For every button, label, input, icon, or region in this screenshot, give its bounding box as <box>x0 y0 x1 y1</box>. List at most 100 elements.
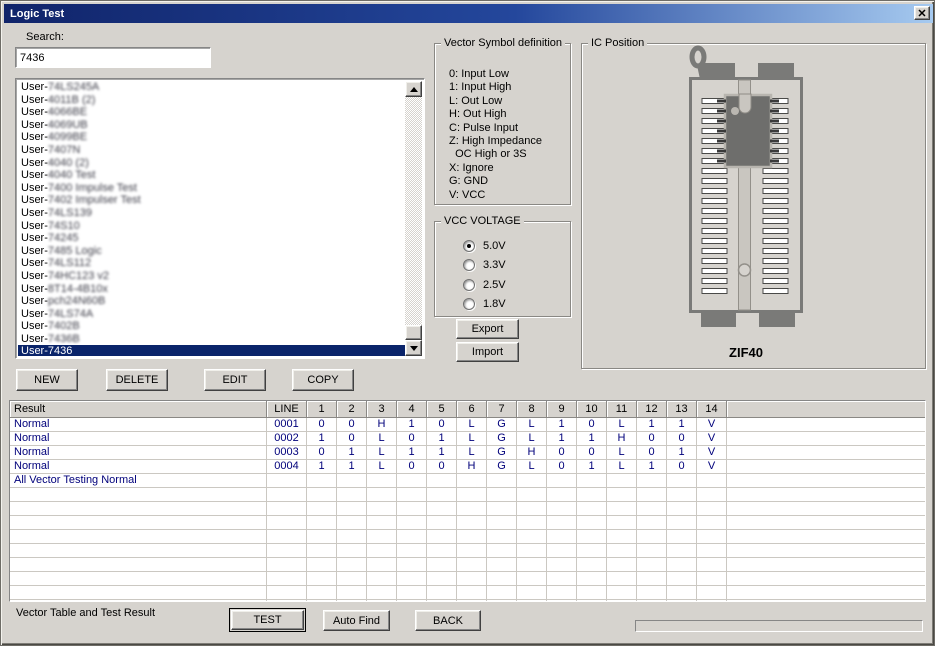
list-item[interactable]: User-4040 Test <box>18 169 405 182</box>
vcc-options: 5.0V3.3V2.5V1.8V <box>463 236 506 314</box>
user-listbox[interactable]: User-74LS245AUser-4011B (2)User-4066BEUs… <box>15 78 425 359</box>
value-cell <box>517 572 547 585</box>
list-item[interactable]: User-7407N <box>18 144 405 157</box>
vcc-option[interactable]: 1.8V <box>463 295 506 315</box>
value-cell: 0 <box>547 446 577 459</box>
value-cell <box>397 474 427 487</box>
radio-icon[interactable] <box>463 240 475 252</box>
value-cell <box>517 474 547 487</box>
result-cell <box>10 530 267 543</box>
header-cell: 12 <box>637 401 667 418</box>
vcc-option[interactable]: 2.5V <box>463 275 506 295</box>
auto-find-button[interactable]: Auto Find <box>323 610 390 631</box>
vcc-option[interactable]: 3.3V <box>463 256 506 276</box>
list-item-prefix: User- <box>21 81 48 94</box>
list-item[interactable]: User-7436B <box>18 333 405 346</box>
value-cell: L <box>517 460 547 473</box>
table-row[interactable]: Normal000210L01LGL11H00V <box>10 432 925 446</box>
line-cell <box>267 572 307 585</box>
new-button[interactable]: NEW <box>16 369 78 391</box>
list-item[interactable]: User-8T14-4B10x <box>18 283 405 296</box>
list-item-prefix: User- <box>21 207 48 220</box>
value-cell <box>427 516 457 529</box>
radio-icon[interactable] <box>463 298 475 310</box>
copy-button[interactable]: COPY <box>292 369 354 391</box>
symbol-line: V: VCC <box>449 189 542 202</box>
value-cell: L <box>607 418 637 431</box>
list-item[interactable]: User-7402B <box>18 320 405 333</box>
value-cell <box>667 558 697 571</box>
list-item[interactable]: User-4069UB <box>18 119 405 132</box>
value-cell <box>367 544 397 557</box>
close-button[interactable]: ✕ <box>914 6 930 20</box>
value-cell: 1 <box>307 432 337 445</box>
header-cell: 4 <box>397 401 427 418</box>
list-item-masked-text: 74LS74A <box>48 308 93 321</box>
table-row[interactable]: Normal000411L00HGL01L10V <box>10 460 925 474</box>
radio-icon[interactable] <box>463 279 475 291</box>
value-cell <box>487 544 517 557</box>
list-item[interactable]: User-4066BE <box>18 106 405 119</box>
value-cell <box>367 558 397 571</box>
list-scrollbar[interactable] <box>405 81 422 356</box>
list-item[interactable]: User-74HC123 v2 <box>18 270 405 283</box>
delete-button[interactable]: DELETE <box>106 369 168 391</box>
list-item-masked-text: 7402B <box>48 320 80 333</box>
list-item[interactable]: User-4099BE <box>18 131 405 144</box>
list-item-prefix: User- <box>21 333 48 346</box>
radio-icon[interactable] <box>463 259 475 271</box>
value-cell: V <box>697 432 727 445</box>
list-item[interactable]: User-74LS245A <box>18 81 405 94</box>
table-row[interactable]: Normal000301L11LGH00L01V <box>10 446 925 460</box>
list-item[interactable]: User-pch24N60B <box>18 295 405 308</box>
list-item-prefix: User- <box>21 106 48 119</box>
value-cell: 1 <box>637 418 667 431</box>
value-cell <box>307 600 337 602</box>
value-cell <box>307 558 337 571</box>
title-bar[interactable]: Logic Test ✕ <box>4 4 933 23</box>
edit-button[interactable]: EDIT <box>204 369 266 391</box>
scroll-up-button[interactable] <box>405 81 422 97</box>
value-cell <box>667 502 697 515</box>
value-cell <box>517 586 547 599</box>
value-cell <box>427 488 457 501</box>
header-cell: 14 <box>697 401 727 418</box>
value-cell <box>337 600 367 602</box>
line-cell <box>267 544 307 557</box>
table-row[interactable]: Normal000100H10LGL10L11V <box>10 418 925 432</box>
list-item-prefix: User- <box>21 320 48 333</box>
filler-cell <box>727 460 925 473</box>
list-item[interactable]: User-4011B (2) <box>18 94 405 107</box>
line-cell <box>267 488 307 501</box>
list-item[interactable]: User-7402 Impulser Test <box>18 194 405 207</box>
list-item[interactable]: User-74S10 <box>18 220 405 233</box>
scroll-thumb[interactable] <box>405 325 422 340</box>
value-cell: 1 <box>547 432 577 445</box>
back-button[interactable]: BACK <box>415 610 481 631</box>
scroll-down-button[interactable] <box>405 340 422 356</box>
list-item[interactable]: User-74LS74A <box>18 308 405 321</box>
value-cell <box>697 586 727 599</box>
list-item[interactable]: User-4040 (2) <box>18 157 405 170</box>
value-cell <box>367 600 397 602</box>
list-item[interactable]: User-74LS112 <box>18 257 405 270</box>
header-cell-filler <box>727 401 925 418</box>
list-item-selected[interactable]: User-7436 <box>18 345 405 356</box>
vcc-option[interactable]: 5.0V <box>463 236 506 256</box>
list-item-masked-text: 74S10 <box>48 220 80 233</box>
value-cell <box>547 502 577 515</box>
value-cell <box>517 488 547 501</box>
list-item[interactable]: User-7400 Impulse Test <box>18 182 405 195</box>
search-input[interactable] <box>15 47 211 68</box>
value-cell <box>457 488 487 501</box>
value-cell <box>427 544 457 557</box>
table-row-empty <box>10 544 925 558</box>
list-item[interactable]: User-7485 Logic <box>18 245 405 258</box>
export-button[interactable]: Export <box>456 319 519 339</box>
test-button[interactable]: TEST <box>229 608 306 632</box>
value-cell: L <box>457 418 487 431</box>
import-button[interactable]: Import <box>456 342 519 362</box>
list-item[interactable]: User-74LS139 <box>18 207 405 220</box>
user-listbox-items: User-74LS245AUser-4011B (2)User-4066BEUs… <box>18 81 405 356</box>
list-item[interactable]: User-74245 <box>18 232 405 245</box>
